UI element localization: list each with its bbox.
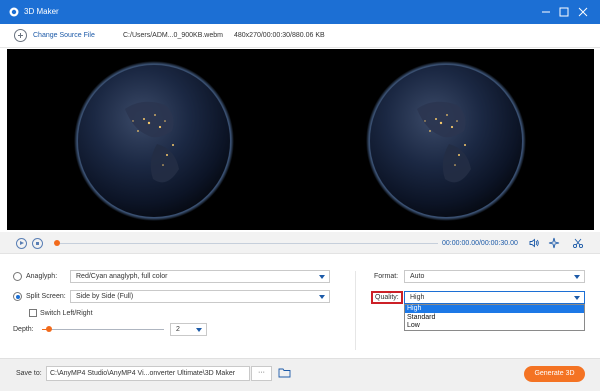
effects-icon[interactable]	[548, 237, 560, 249]
source-file-path: C:/Users/ADM...0_900KB.webm	[123, 32, 223, 39]
depth-label: Depth:	[13, 326, 34, 333]
side-by-side-preview-image	[74, 61, 526, 221]
chevron-down-icon	[574, 296, 580, 300]
split-screen-value: Side by Side (Full)	[76, 293, 134, 300]
depth-slider-thumb[interactable]	[45, 326, 52, 332]
source-file-info: 480x270/00:00:30/880.06 KB	[234, 32, 325, 39]
play-icon[interactable]	[16, 238, 27, 249]
left-eye-globe	[74, 61, 234, 221]
close-icon[interactable]	[575, 4, 591, 20]
title-bar: 3D Maker	[0, 0, 600, 24]
source-file-bar: Change Source File C:/Users/ADM...0_900K…	[0, 24, 600, 48]
anaglyph-label: Anaglyph:	[26, 273, 58, 280]
save-path-value: C:\AnyMP4 Studio\AnyMP4 Vi...onverter Ul…	[50, 370, 236, 377]
format-select[interactable]: Auto	[404, 270, 585, 283]
quality-dropdown-list: High Standard Low	[404, 304, 585, 331]
seek-thumb[interactable]	[54, 240, 60, 246]
seek-track[interactable]	[57, 243, 438, 244]
quality-label: Quality:	[375, 294, 399, 301]
chevron-down-icon	[196, 328, 202, 332]
save-to-label: Save to:	[16, 370, 42, 377]
format-value: Auto	[410, 273, 425, 280]
depth-value: 2	[176, 326, 180, 333]
split-screen-label: Split Screen:	[26, 293, 66, 300]
scissors-icon[interactable]	[572, 237, 584, 249]
generate-3d-button[interactable]: Generate 3D	[524, 366, 585, 382]
quality-label-highlight: Quality:	[371, 291, 403, 304]
switch-left-right-checkbox[interactable]	[29, 309, 37, 317]
timecode: 00:00:00.00/00:00:30.00	[442, 240, 518, 247]
right-eye-globe	[366, 61, 526, 221]
anaglyph-radio[interactable]	[13, 272, 22, 281]
split-screen-select[interactable]: Side by Side (Full)	[70, 290, 330, 303]
quality-select[interactable]: High	[404, 291, 585, 304]
browse-more-button[interactable]: ···	[251, 366, 272, 381]
quality-value: High	[410, 294, 425, 301]
anaglyph-value: Red/Cyan anaglyph, full color	[76, 273, 168, 280]
chevron-down-icon	[319, 275, 325, 279]
stop-icon[interactable]	[32, 238, 43, 249]
depth-slider-track[interactable]	[42, 329, 164, 330]
add-file-icon[interactable]	[14, 29, 27, 42]
chevron-down-icon	[574, 275, 580, 279]
quality-option-standard[interactable]: Standard	[405, 314, 584, 322]
depth-select[interactable]: 2	[170, 323, 207, 336]
change-source-file-button[interactable]: Change Source File	[33, 32, 95, 39]
minimize-icon[interactable]	[538, 4, 554, 20]
switch-left-right-label: Switch Left/Right	[40, 310, 93, 317]
folder-icon[interactable]	[278, 367, 291, 378]
split-screen-radio[interactable]	[13, 292, 22, 301]
volume-icon[interactable]	[528, 237, 540, 249]
maximize-icon[interactable]	[556, 4, 572, 20]
chevron-down-icon	[319, 295, 325, 299]
window-title: 3D Maker	[24, 7, 59, 16]
app-logo-icon	[9, 7, 19, 17]
save-path-field[interactable]: C:\AnyMP4 Studio\AnyMP4 Vi...onverter Ul…	[46, 366, 250, 381]
playback-controls: 00:00:00.00/00:00:30.00	[0, 232, 600, 254]
quality-option-low[interactable]: Low	[405, 322, 584, 330]
quality-option-high[interactable]: High	[405, 305, 584, 313]
video-preview	[7, 49, 594, 230]
anaglyph-select[interactable]: Red/Cyan anaglyph, full color	[70, 270, 330, 283]
format-label: Format:	[374, 273, 399, 280]
settings-divider	[355, 271, 356, 350]
